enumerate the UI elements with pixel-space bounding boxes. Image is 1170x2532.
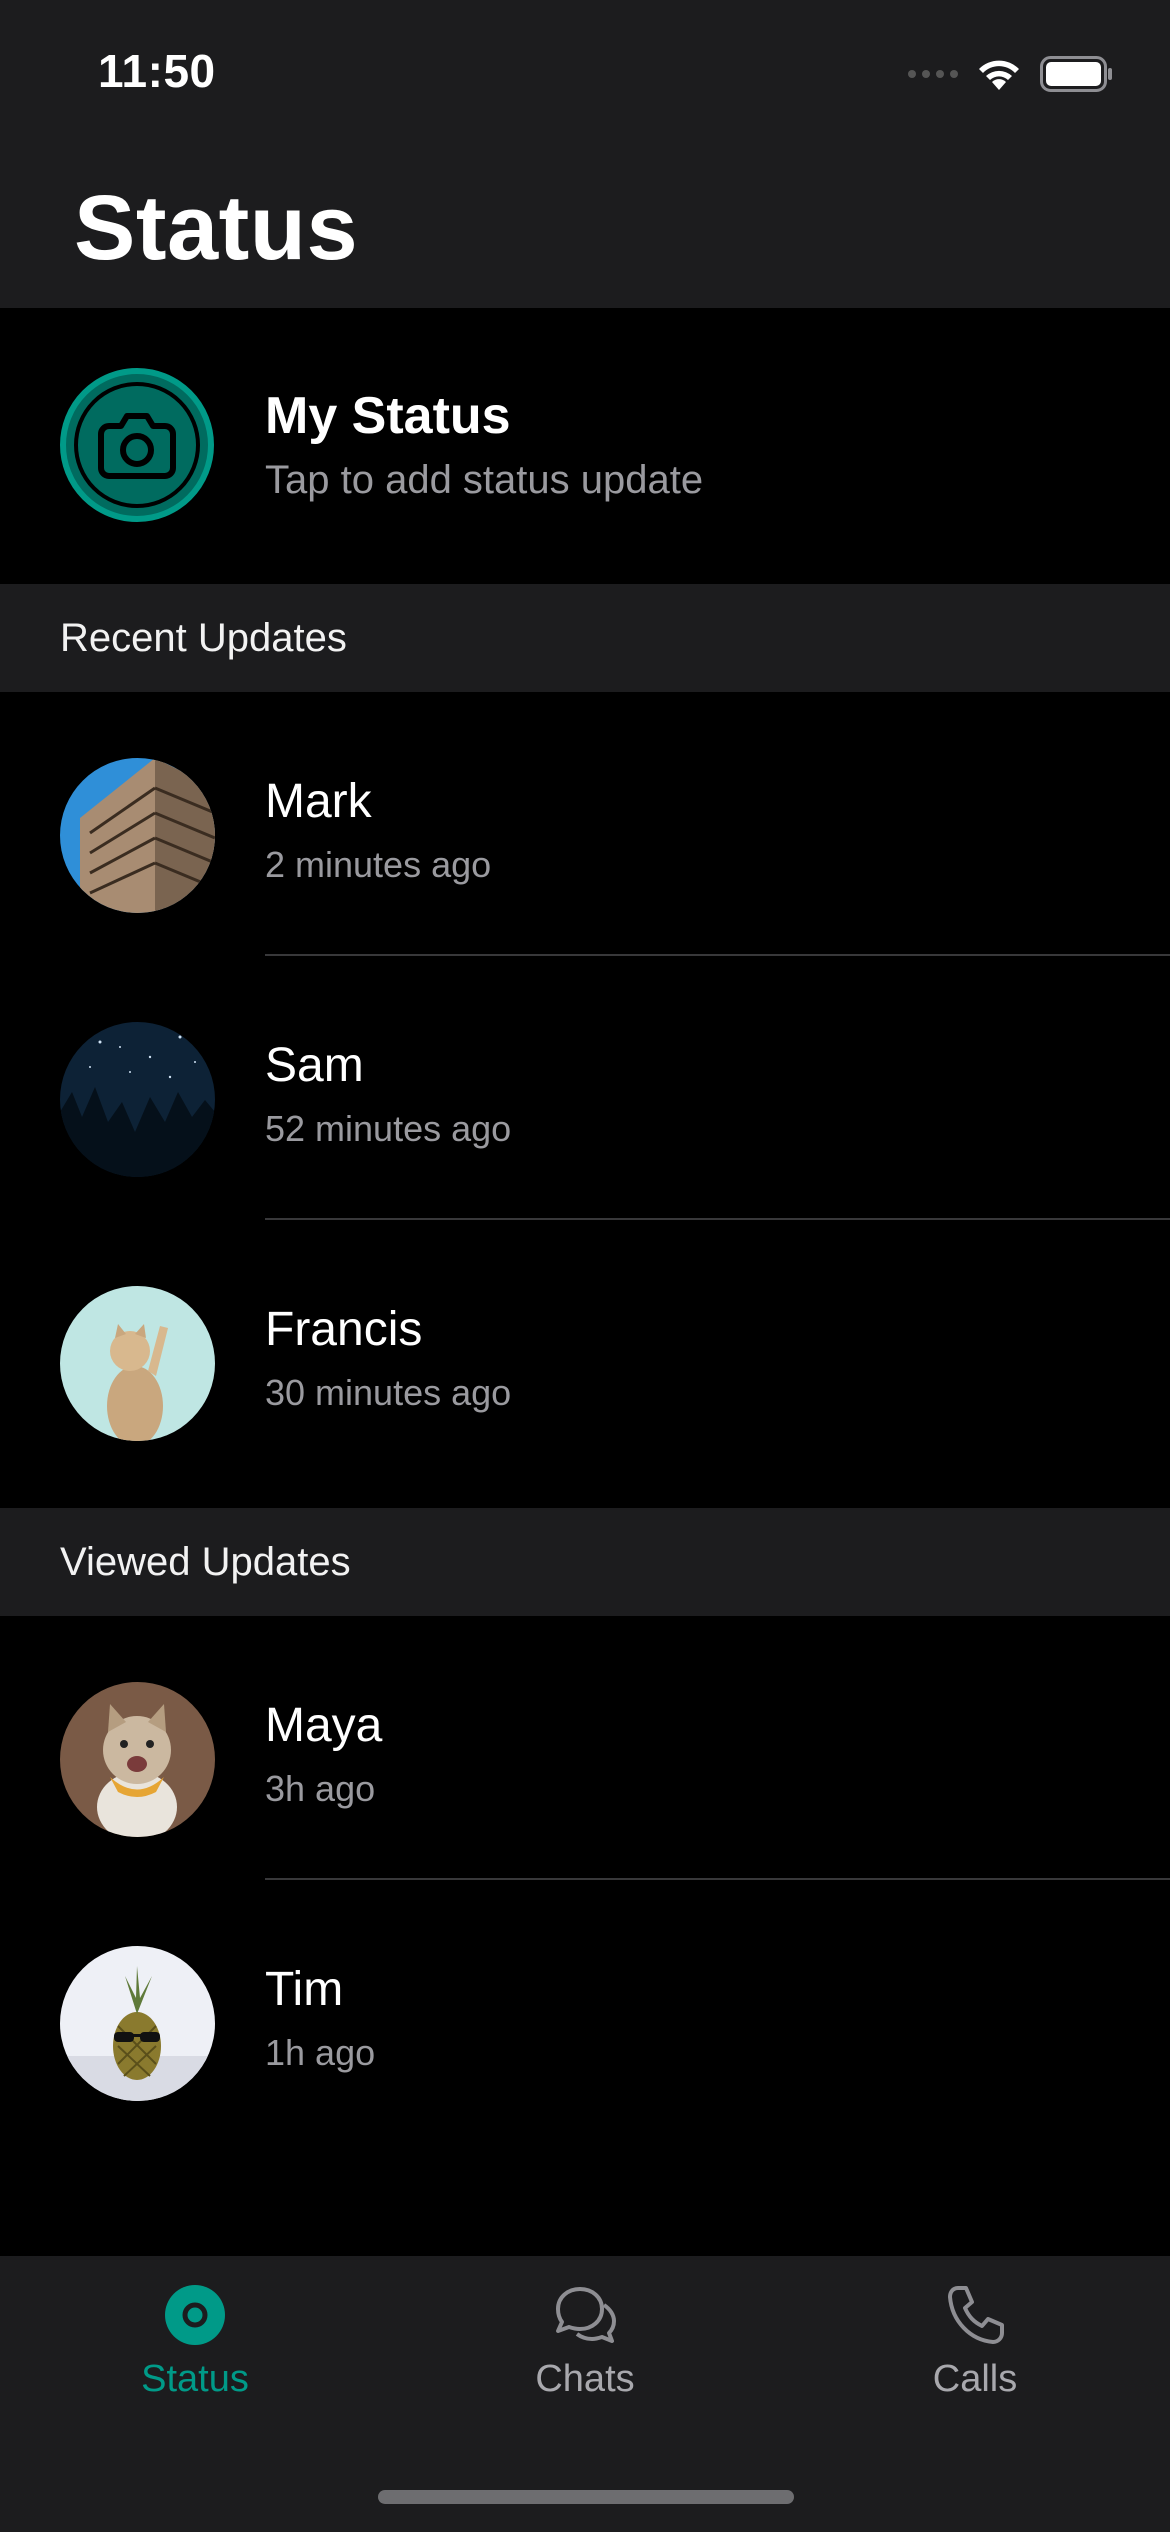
tab-status[interactable]: Status <box>0 2256 390 2456</box>
status-row-francis[interactable]: Francis 30 minutes ago <box>0 1220 1170 1484</box>
status-row-mark[interactable]: Mark 2 minutes ago <box>0 692 1170 956</box>
contact-name: Tim <box>265 1963 344 2016</box>
contact-name: Maya <box>265 1699 383 1752</box>
tab-calls[interactable]: Calls <box>780 2256 1170 2456</box>
avatar <box>60 758 215 913</box>
contact-name: Francis <box>265 1303 423 1356</box>
chats-icon <box>556 2287 616 2343</box>
contact-name: Mark <box>265 775 372 828</box>
tab-label: Calls <box>932 2358 1018 2400</box>
update-time: 30 minutes ago <box>265 1372 512 1413</box>
status-bar: 11:50 <box>0 0 1170 150</box>
recent-updates-label: Recent Updates <box>60 616 347 660</box>
home-indicator[interactable] <box>378 2490 794 2504</box>
tab-label: Chats <box>535 2358 635 2400</box>
avatar <box>60 1022 215 1177</box>
avatar <box>60 1682 215 1837</box>
my-status-title: My Status <box>265 387 511 445</box>
contact-name: Sam <box>265 1039 364 1092</box>
tab-label: Status <box>141 2358 249 2400</box>
tab-chats[interactable]: Chats <box>390 2256 780 2456</box>
avatar <box>60 1946 215 2101</box>
battery-icon <box>1040 56 1112 92</box>
pineapple-photo-icon <box>60 1946 215 2101</box>
cat-bandana-photo-icon <box>60 1682 215 1837</box>
my-status-avatar[interactable] <box>60 368 214 522</box>
night-sky-photo-icon <box>60 1022 215 1177</box>
status-row-sam[interactable]: Sam 52 minutes ago <box>0 956 1170 1220</box>
my-status-row[interactable]: My Status Tap to add status update <box>0 308 1170 584</box>
cat-photo-icon <box>60 1286 215 1441</box>
page-header: Status <box>0 150 1170 308</box>
status-bar-icons <box>908 54 1114 94</box>
update-time: 2 minutes ago <box>265 844 492 885</box>
update-time: 3h ago <box>265 1768 376 1809</box>
my-status-subtitle: Tap to add status update <box>265 458 704 502</box>
viewed-updates-label: Viewed Updates <box>60 1540 351 1584</box>
building-photo-icon <box>60 758 215 913</box>
wifi-icon <box>979 60 1019 90</box>
camera-icon <box>98 413 176 479</box>
status-bar-time: 11:50 <box>98 45 216 97</box>
update-time: 1h ago <box>265 2032 376 2073</box>
update-time: 52 minutes ago <box>265 1108 512 1149</box>
status-row-maya[interactable]: Maya 3h ago <box>0 1616 1170 1880</box>
avatar <box>60 1286 215 1441</box>
page-title: Status <box>74 177 359 279</box>
recent-updates-header: Recent Updates <box>0 584 1170 692</box>
cellular-signal-icon <box>908 70 958 78</box>
status-icon <box>165 2285 225 2345</box>
phone-icon <box>948 2286 1004 2344</box>
status-row-tim[interactable]: Tim 1h ago <box>0 1880 1170 2144</box>
viewed-updates-header: Viewed Updates <box>0 1508 1170 1616</box>
